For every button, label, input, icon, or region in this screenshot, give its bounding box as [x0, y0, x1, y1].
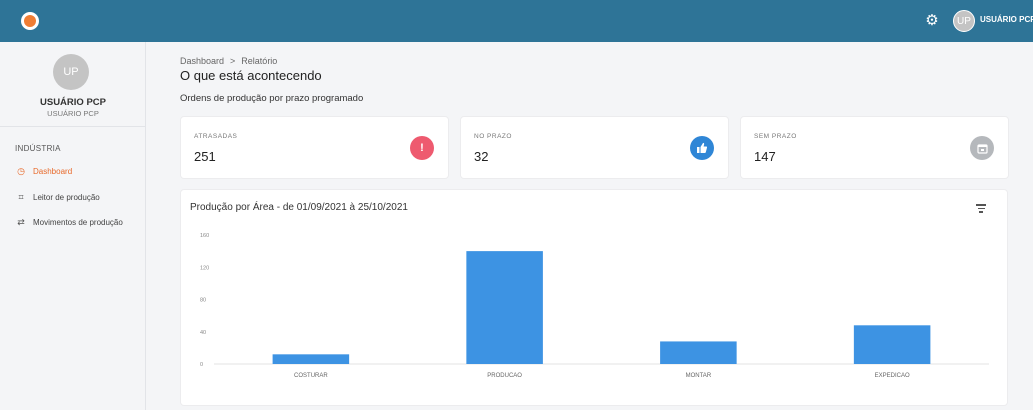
divider — [0, 126, 146, 127]
card-atrasadas: ATRASADAS 251 ! — [181, 117, 448, 178]
bar[interactable] — [272, 354, 350, 364]
y-tick-label: 160 — [200, 233, 209, 239]
x-tick-label: EXPEDICAO — [875, 373, 910, 379]
sidebar-user-name: USUÁRIO PCP — [40, 97, 106, 108]
app-logo-icon[interactable] — [21, 12, 39, 30]
thumbs-up-icon — [690, 136, 714, 160]
breadcrumb-item-dashboard[interactable]: Dashboard — [180, 56, 224, 66]
card-value: 32 — [474, 149, 489, 164]
transfer-icon: ⇄ — [17, 217, 25, 227]
bar[interactable] — [853, 325, 931, 364]
card-value: 147 — [754, 149, 776, 164]
sidebar-item-label: Dashboard — [33, 166, 73, 176]
chart-card: Produção por Área - de 01/09/2021 à 25/1… — [181, 190, 1007, 405]
sidebar: UP USUÁRIO PCP USUÁRIO PCP INDÚSTRIA ◷ D… — [0, 42, 146, 410]
card-no-prazo: NO PRAZO 32 — [461, 117, 728, 178]
bar[interactable] — [660, 341, 737, 364]
breadcrumb: Dashboard > Relatório — [180, 56, 277, 66]
scan-icon: ⌗ — [18, 192, 24, 202]
card-label: SEM PRAZO — [754, 133, 797, 140]
y-tick-label: 80 — [200, 298, 206, 304]
card-label: NO PRAZO — [474, 133, 512, 140]
sidebar-item-leitor[interactable]: ⌗ Leitor de produção — [15, 192, 100, 202]
sidebar-item-dashboard[interactable]: ◷ Dashboard — [15, 166, 72, 176]
sidebar-item-movimentos[interactable]: ⇄ Movimentos de produção — [15, 217, 123, 227]
user-name[interactable]: USUÁRIO PCP — [980, 15, 1033, 24]
page-title: O que está acontecendo — [180, 68, 322, 83]
top-bar: ⚙ UP USUÁRIO PCP — [0, 0, 1033, 42]
breadcrumb-separator: > — [230, 56, 236, 66]
avatar[interactable]: UP — [953, 10, 975, 32]
sidebar-item-label: Leitor de produção — [33, 192, 100, 202]
bar[interactable] — [466, 251, 543, 364]
card-sem-prazo: SEM PRAZO 147 — [741, 117, 1008, 178]
clock-icon: ◷ — [17, 166, 25, 176]
breadcrumb-item-relatorio: Relatório — [241, 56, 278, 66]
y-tick-label: 0 — [200, 362, 203, 368]
bar-chart: 0 40 80 120 160 COSTURAR PRODUCAO MONTAR EXPEDIC… — [200, 233, 989, 379]
x-tick-label: MONTAR — [686, 373, 712, 379]
y-tick-label: 120 — [200, 265, 209, 271]
sidebar-user-role: USUÁRIO PCP — [47, 109, 99, 118]
y-tick-label: 40 — [200, 330, 206, 336]
calendar-icon — [970, 136, 994, 160]
card-label: ATRASADAS — [194, 133, 238, 140]
sidebar-section-title: INDÚSTRIA — [15, 144, 61, 153]
sidebar-item-label: Movimentos de produção — [33, 217, 123, 227]
sidebar-avatar: UP — [53, 54, 89, 90]
x-tick-label: PRODUCAO — [487, 373, 522, 379]
card-value: 251 — [194, 149, 216, 164]
page-subtitle: Ordens de produção por prazo programado — [180, 93, 364, 104]
x-tick-label: COSTURAR — [294, 373, 328, 379]
gear-icon[interactable]: ⚙ — [924, 13, 940, 29]
alert-icon: ! — [410, 136, 434, 160]
